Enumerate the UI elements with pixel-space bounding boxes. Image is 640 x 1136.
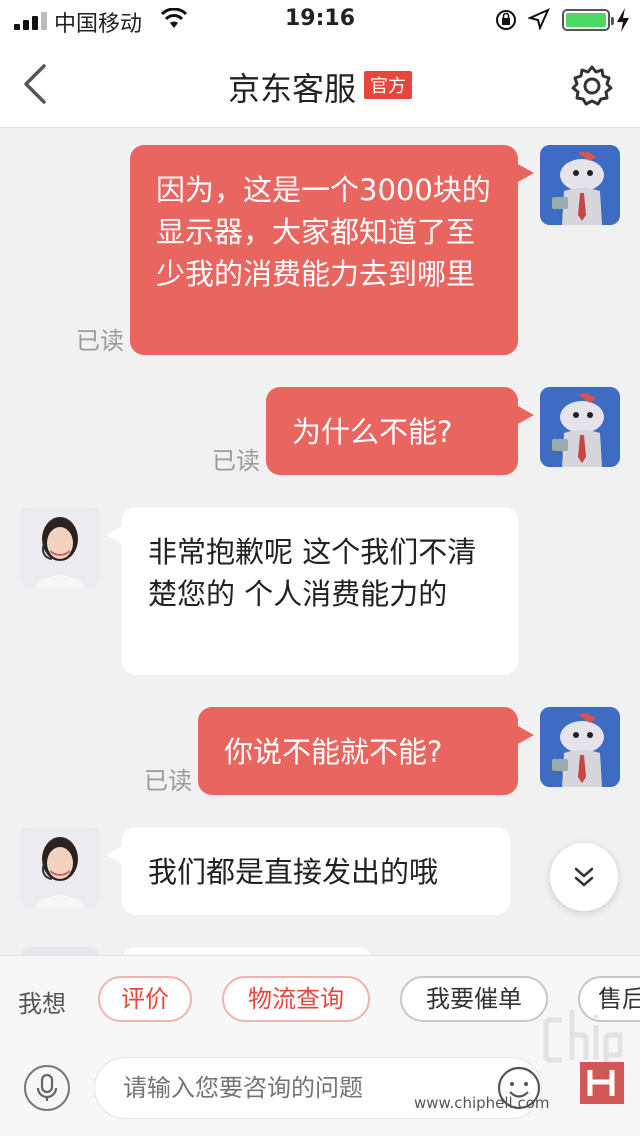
watermark-text: www.chiphell.com [414, 1094, 550, 1112]
agent-avatar[interactable] [20, 827, 100, 907]
cartoon-avatar-icon [540, 387, 620, 467]
chiphell-watermark-logo [543, 1010, 624, 1104]
cartoon-avatar-icon [540, 707, 620, 787]
microphone-icon [36, 1073, 58, 1101]
location-icon [528, 8, 550, 30]
double-chevron-down-icon [574, 867, 594, 887]
agent-avatar[interactable] [20, 507, 100, 587]
nav-title-group: 京东客服 官方 [0, 64, 640, 110]
status-bar: 中国移动 19:16 [0, 0, 640, 40]
agent-photo-icon [20, 507, 100, 587]
gear-icon[interactable] [570, 64, 614, 108]
read-receipt: 已读 [144, 767, 192, 795]
battery-icon [562, 9, 614, 31]
agent-avatar[interactable] [20, 947, 100, 955]
message-bubble-outgoing[interactable]: 因为，这是一个3000块的显示器，大家都知道了至少我的消费能力去到哪里 [130, 145, 534, 355]
agent-photo-icon [20, 827, 100, 907]
nav-bar: 京东客服 官方 [0, 40, 640, 128]
message-bubble-incoming-partial[interactable] [122, 947, 372, 955]
page-title: 京东客服 [227, 70, 356, 108]
message-bubble-incoming[interactable]: 非常抱歉呢 这个我们不清楚您的 个人消费能力的 [106, 507, 518, 675]
quick-reply-label: 我想 [18, 990, 66, 1018]
charging-icon [617, 8, 629, 32]
voice-button[interactable] [24, 1065, 70, 1111]
read-receipt: 已读 [76, 327, 124, 355]
message-bubble-incoming[interactable]: 我们都是直接发出的哦 [106, 827, 510, 915]
chip-review[interactable]: 评价 [98, 976, 192, 1022]
scroll-to-bottom-button[interactable] [550, 843, 618, 911]
chip-urge-order[interactable]: 我要催单 [400, 976, 548, 1022]
chat-area[interactable]: 已读 因为，这是一个3000块的显示器，大家都知道了至少我的消费能力去到哪里 已… [0, 129, 640, 955]
user-avatar[interactable] [540, 707, 620, 787]
user-avatar[interactable] [540, 387, 620, 467]
read-receipt: 已读 [212, 447, 260, 475]
user-avatar[interactable] [540, 145, 620, 225]
chip-logistics[interactable]: 物流查询 [222, 976, 370, 1022]
rotation-lock-icon [496, 10, 516, 30]
official-badge: 官方 [364, 71, 412, 99]
cartoon-avatar-icon [540, 145, 620, 225]
message-bubble-outgoing[interactable]: 你说不能就不能? [198, 707, 534, 795]
message-bubble-outgoing[interactable]: 为什么不能? [266, 387, 534, 475]
